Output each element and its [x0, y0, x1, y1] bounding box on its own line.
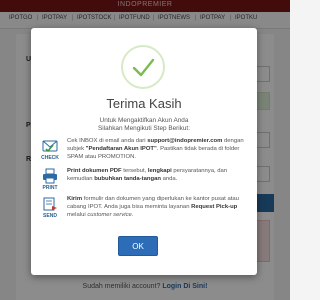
step-text: Kirim formulir dan dokumen yang diperluk…	[67, 196, 239, 218]
check-icon	[121, 45, 165, 89]
step-caption: SEND	[43, 213, 57, 219]
thank-you-modal: Terima Kasih Untuk Mengaktifkan Akun And…	[31, 28, 257, 275]
step-caption: PRINT	[42, 185, 58, 191]
modal-subtitle: Untuk Mengaktifkan Akun Anda	[99, 117, 189, 124]
ok-button[interactable]: OK	[118, 236, 158, 256]
step-text: Print dokumen PDF tersebut, lengkapi per…	[67, 168, 228, 182]
modal-subtitle: Silahkan Mengikuti Step Berikut:	[97, 125, 190, 132]
step-text: Cek INBOX di email anda dari support@ind…	[67, 138, 244, 160]
step-check: CHECK Cek INBOX di email anda dari suppo…	[37, 138, 251, 164]
modal-title: Terima Kasih	[106, 96, 182, 111]
step-caption: CHECK	[41, 155, 59, 161]
step-print: PRINT Print dokumen PDF tersebut, lengka…	[37, 168, 251, 194]
step-send: SEND Kirim formulir dan dokumen yang dip…	[37, 196, 251, 222]
